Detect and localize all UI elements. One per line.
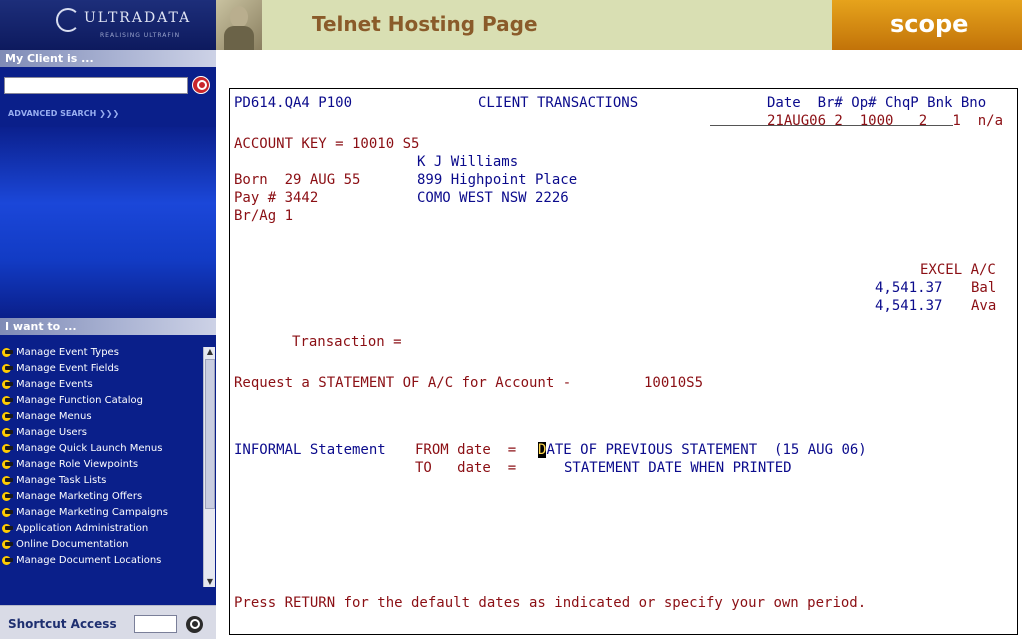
account-key: ACCOUNT KEY = 10010 S5 bbox=[234, 136, 420, 152]
shortcut-access-bar: Shortcut Access bbox=[0, 605, 216, 639]
logo-tagline: REALISING ULTRAFIN bbox=[100, 32, 181, 39]
menu-bullet-icon bbox=[2, 428, 15, 437]
menu-bullet-icon bbox=[2, 460, 15, 469]
account-type: EXCEL A/C bbox=[920, 262, 996, 278]
logo-swoosh-icon bbox=[56, 8, 80, 32]
footer-prompt: Press RETURN for the default dates as in… bbox=[234, 595, 867, 611]
menu-bullet-icon bbox=[2, 476, 15, 485]
scope-logo: scope bbox=[890, 10, 969, 38]
scroll-down-icon[interactable]: ▼ bbox=[204, 577, 216, 587]
address-line-2: COMO WEST NSW 2226 bbox=[417, 190, 569, 206]
to-date-value[interactable]: STATEMENT DATE WHEN PRINTED bbox=[564, 459, 792, 477]
scroll-up-icon[interactable]: ▲ bbox=[204, 347, 216, 357]
menu-item-manage-document-locations[interactable]: Manage Document Locations bbox=[2, 555, 204, 566]
task-menu-list: Manage Event Types Manage Event Fields M… bbox=[2, 347, 204, 571]
logo-text: ULTRADATA bbox=[84, 10, 192, 26]
screen-id: PD614.QA4 P100 bbox=[234, 95, 353, 111]
from-date-value: ATE OF PREVIOUS STATEMENT (15 AUG 06) bbox=[546, 442, 867, 458]
to-date-label: TO date = bbox=[415, 460, 517, 476]
client-label: My Client is ... bbox=[5, 52, 94, 65]
advanced-search-link[interactable]: ADVANCED SEARCH ❯❯❯ bbox=[8, 109, 119, 118]
menu-bullet-icon bbox=[2, 348, 15, 357]
menu-item-manage-users[interactable]: Manage Users bbox=[2, 427, 204, 438]
statement-account: 10010S5 bbox=[644, 375, 704, 391]
menu-item-manage-marketing-campaigns[interactable]: Manage Marketing Campaigns bbox=[2, 507, 204, 518]
menu-item-manage-event-types[interactable]: Manage Event Types bbox=[2, 347, 204, 358]
column-headers: Date Br# Op# ChqP Bnk Bno bbox=[767, 95, 987, 111]
informal-statement-label: INFORMAL Statement bbox=[234, 442, 386, 458]
menu-bullet-icon bbox=[2, 540, 15, 549]
menu-item-manage-event-fields[interactable]: Manage Event Fields bbox=[2, 363, 204, 374]
menu-item-manage-marketing-offers[interactable]: Manage Marketing Offers bbox=[2, 491, 204, 502]
born-date: Born 29 AUG 55 bbox=[234, 172, 361, 188]
menu-item-manage-events[interactable]: Manage Events bbox=[2, 379, 204, 390]
menu-item-manage-function-catalog[interactable]: Manage Function Catalog bbox=[2, 395, 204, 406]
menu-bullet-icon bbox=[2, 556, 15, 565]
available-amount: 4,541.37 bbox=[875, 298, 943, 314]
menu-item-online-documentation[interactable]: Online Documentation bbox=[2, 539, 204, 550]
menu-bullet-icon bbox=[2, 444, 15, 453]
transaction-field[interactable]: Transaction = bbox=[292, 333, 402, 351]
menu-bullet-icon bbox=[2, 412, 15, 421]
i-want-to-label: I want to ... bbox=[5, 320, 77, 333]
task-menu: Manage Event Types Manage Event Fields M… bbox=[0, 335, 216, 592]
page-title: Telnet Hosting Page bbox=[312, 12, 538, 36]
pay-number: Pay # 3442 bbox=[234, 190, 319, 206]
menu-item-application-administration[interactable]: Application Administration bbox=[2, 523, 204, 534]
from-date-field[interactable]: DATE OF PREVIOUS STATEMENT (15 AUG 06) bbox=[538, 441, 867, 459]
address-line-1: 899 Highpoint Place bbox=[417, 172, 578, 188]
scope-brand-area: scope bbox=[832, 0, 1022, 50]
ultradata-logo: ULTRADATA REALISING ULTRAFIN bbox=[0, 0, 216, 50]
shortcut-access-input[interactable] bbox=[134, 615, 177, 633]
branch-agent: Br/Ag 1 bbox=[234, 208, 294, 224]
column-values: 21AUG06 2 1000 2 1 n/a bbox=[767, 113, 1004, 129]
menu-bullet-icon bbox=[2, 492, 15, 501]
balance-label: Bal bbox=[971, 280, 997, 296]
client-name: K J Williams bbox=[417, 154, 519, 170]
menu-item-manage-quick-launch-menus[interactable]: Manage Quick Launch Menus bbox=[2, 443, 204, 454]
header-photo bbox=[216, 0, 262, 50]
sidebar: ULTRADATA REALISING ULTRAFIN My Client i… bbox=[0, 0, 216, 639]
search-icon[interactable] bbox=[192, 76, 210, 94]
menu-scrollbar[interactable]: ▲ ▼ bbox=[203, 347, 215, 587]
telnet-terminal[interactable]: PD614.QA4 P100 CLIENT TRANSACTIONS Date … bbox=[229, 88, 1018, 635]
menu-bullet-icon bbox=[2, 380, 15, 389]
menu-item-manage-task-lists[interactable]: Manage Task Lists bbox=[2, 475, 204, 486]
shortcut-search-icon[interactable] bbox=[186, 616, 203, 633]
page-header: Telnet Hosting Page scope bbox=[216, 0, 1022, 50]
sidebar-panel bbox=[0, 127, 216, 318]
client-search: ADVANCED SEARCH ❯❯❯ bbox=[0, 67, 216, 127]
menu-bullet-icon bbox=[2, 396, 15, 405]
client-search-input[interactable] bbox=[4, 77, 188, 94]
shortcut-access-label: Shortcut Access bbox=[8, 617, 117, 631]
i-want-to-header: I want to ... bbox=[0, 318, 216, 335]
menu-bullet-icon bbox=[2, 364, 15, 373]
client-section-header: My Client is ... bbox=[0, 50, 216, 67]
menu-bullet-icon bbox=[2, 524, 15, 533]
menu-bullet-icon bbox=[2, 508, 15, 517]
scroll-thumb[interactable] bbox=[205, 359, 215, 509]
menu-item-manage-role-viewpoints[interactable]: Manage Role Viewpoints bbox=[2, 459, 204, 470]
available-label: Ava bbox=[971, 298, 997, 314]
statement-request-text: Request a STATEMENT OF A/C for Account - bbox=[234, 375, 572, 391]
screen-title: CLIENT TRANSACTIONS bbox=[478, 95, 639, 111]
from-date-label: FROM date = bbox=[415, 442, 517, 458]
menu-item-manage-menus[interactable]: Manage Menus bbox=[2, 411, 204, 422]
balance-amount: 4,541.37 bbox=[875, 280, 943, 296]
